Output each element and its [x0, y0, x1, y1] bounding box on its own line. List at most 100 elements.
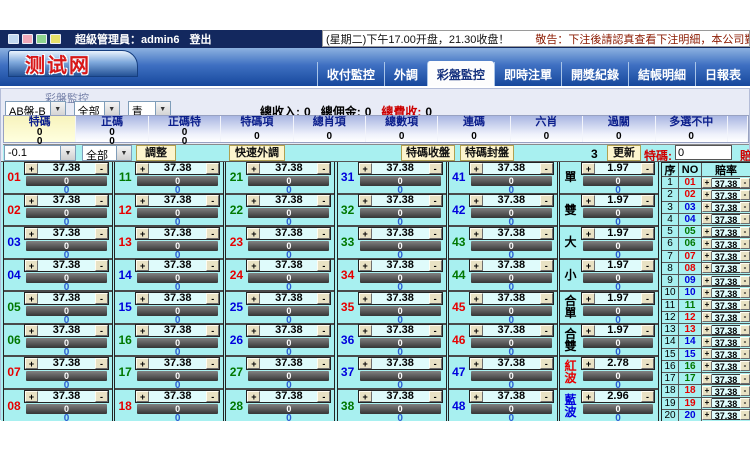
increase-odds-button[interactable]: +: [25, 391, 38, 403]
nav-tab[interactable]: 日報表: [694, 62, 750, 86]
decrease-odds-button[interactable]: -: [317, 325, 331, 337]
increase-odds-button[interactable]: +: [469, 195, 483, 207]
decrease-odds-button[interactable]: -: [95, 260, 108, 272]
increase-odds-button[interactable]: +: [582, 195, 595, 207]
quick-adjust-button[interactable]: 快速外調: [229, 145, 285, 161]
decrease-odds-button[interactable]: -: [95, 195, 108, 207]
increase-odds-button[interactable]: +: [136, 260, 150, 272]
increase-odds-button[interactable]: +: [136, 292, 150, 304]
window-button-pink-icon[interactable]: [22, 34, 33, 44]
increase-odds-button[interactable]: +: [469, 325, 483, 337]
decrease-odds-button[interactable]: -: [317, 162, 331, 174]
decrease-odds-button[interactable]: -: [428, 227, 442, 239]
increase-odds-button[interactable]: +: [469, 357, 483, 369]
decrease-odds-button[interactable]: -: [740, 287, 750, 298]
decrease-odds-button[interactable]: -: [95, 227, 108, 239]
increase-odds-button[interactable]: +: [582, 325, 595, 337]
logout-link[interactable]: 登出: [190, 31, 212, 47]
decrease-odds-button[interactable]: -: [641, 195, 654, 207]
decrease-odds-button[interactable]: -: [539, 325, 553, 337]
increase-odds-button[interactable]: +: [702, 287, 712, 298]
increase-odds-button[interactable]: +: [702, 251, 712, 262]
decrease-odds-button[interactable]: -: [95, 325, 108, 337]
nav-tab[interactable]: 即時注單: [493, 62, 561, 86]
decrease-odds-button[interactable]: -: [641, 260, 654, 272]
increase-odds-button[interactable]: +: [702, 226, 712, 237]
increase-odds-button[interactable]: +: [25, 260, 38, 272]
increase-odds-button[interactable]: +: [702, 398, 712, 409]
category-cell[interactable]: 總數項 0: [365, 116, 439, 142]
category-cell[interactable]: 六肖 0: [510, 116, 584, 142]
increase-odds-button[interactable]: +: [247, 292, 261, 304]
increase-odds-button[interactable]: +: [702, 300, 712, 311]
decrease-odds-button[interactable]: -: [539, 292, 553, 304]
decrease-odds-button[interactable]: -: [740, 251, 750, 262]
decrease-odds-button[interactable]: -: [740, 189, 750, 200]
special-seal-button[interactable]: 特碼封盤: [460, 145, 514, 161]
decrease-odds-button[interactable]: -: [428, 357, 442, 369]
increase-odds-button[interactable]: +: [582, 357, 595, 369]
decrease-odds-button[interactable]: -: [428, 325, 442, 337]
increase-odds-button[interactable]: +: [25, 162, 38, 174]
category-cell[interactable]: 正碼 0 0: [76, 116, 149, 147]
decrease-odds-button[interactable]: -: [428, 292, 442, 304]
increase-odds-button[interactable]: +: [582, 260, 595, 272]
increase-odds-button[interactable]: +: [582, 227, 595, 239]
decrease-odds-button[interactable]: -: [740, 373, 750, 384]
increase-odds-button[interactable]: +: [247, 227, 261, 239]
increase-odds-button[interactable]: +: [247, 195, 261, 207]
nav-tab[interactable]: 彩盤監控: [426, 61, 494, 86]
decrease-odds-button[interactable]: -: [740, 275, 750, 286]
increase-odds-button[interactable]: +: [702, 361, 712, 372]
decrease-odds-button[interactable]: -: [95, 292, 108, 304]
decrease-odds-button[interactable]: -: [95, 357, 108, 369]
decrease-odds-button[interactable]: -: [539, 357, 553, 369]
category-cell[interactable]: 多選不中 0: [655, 116, 728, 142]
increase-odds-button[interactable]: +: [702, 189, 712, 200]
decrease-odds-button[interactable]: -: [95, 391, 108, 403]
increase-odds-button[interactable]: +: [25, 195, 38, 207]
increase-odds-button[interactable]: +: [136, 195, 150, 207]
increase-odds-button[interactable]: +: [469, 162, 483, 174]
decrease-odds-button[interactable]: -: [740, 312, 750, 323]
decrease-odds-button[interactable]: -: [428, 162, 442, 174]
increase-odds-button[interactable]: +: [25, 325, 38, 337]
window-button-blue-icon[interactable]: [8, 34, 19, 44]
special-close-button[interactable]: 特碼收盤: [401, 145, 455, 161]
increase-odds-button[interactable]: +: [25, 357, 38, 369]
increase-odds-button[interactable]: +: [702, 263, 712, 274]
decrease-odds-button[interactable]: -: [740, 398, 750, 409]
adjust-scope-select[interactable]: 全部 ▼: [82, 145, 132, 162]
decrease-odds-button[interactable]: -: [317, 195, 331, 207]
increase-odds-button[interactable]: +: [25, 227, 38, 239]
decrease-odds-button[interactable]: -: [740, 410, 750, 421]
decrease-odds-button[interactable]: -: [428, 260, 442, 272]
decrease-odds-button[interactable]: -: [740, 214, 750, 225]
category-cell[interactable]: 特碼項 0: [221, 116, 294, 142]
category-cell[interactable]: 特碼 0 0: [4, 116, 77, 147]
decrease-odds-button[interactable]: -: [641, 357, 654, 369]
decrease-odds-button[interactable]: -: [206, 195, 220, 207]
decrease-odds-button[interactable]: -: [206, 227, 220, 239]
decrease-odds-button[interactable]: -: [539, 162, 553, 174]
decrease-odds-button[interactable]: -: [740, 300, 750, 311]
decrease-odds-button[interactable]: -: [539, 260, 553, 272]
increase-odds-button[interactable]: +: [136, 162, 150, 174]
increase-odds-button[interactable]: +: [702, 410, 712, 421]
decrease-odds-button[interactable]: -: [539, 195, 553, 207]
increase-odds-button[interactable]: +: [702, 177, 712, 188]
decrease-odds-button[interactable]: -: [641, 325, 654, 337]
increase-odds-button[interactable]: +: [136, 391, 150, 403]
increase-odds-button[interactable]: +: [469, 292, 483, 304]
increase-odds-button[interactable]: +: [702, 349, 712, 360]
decrease-odds-button[interactable]: -: [206, 391, 220, 403]
nav-tab[interactable]: 開獎紀錄: [560, 62, 628, 86]
decrease-odds-button[interactable]: -: [428, 195, 442, 207]
special-code-input[interactable]: [675, 145, 732, 160]
increase-odds-button[interactable]: +: [247, 260, 261, 272]
increase-odds-button[interactable]: +: [136, 325, 150, 337]
decrease-odds-button[interactable]: -: [740, 177, 750, 188]
increase-odds-button[interactable]: +: [358, 162, 372, 174]
nav-tab[interactable]: 外調: [383, 62, 427, 86]
increase-odds-button[interactable]: +: [582, 391, 595, 403]
